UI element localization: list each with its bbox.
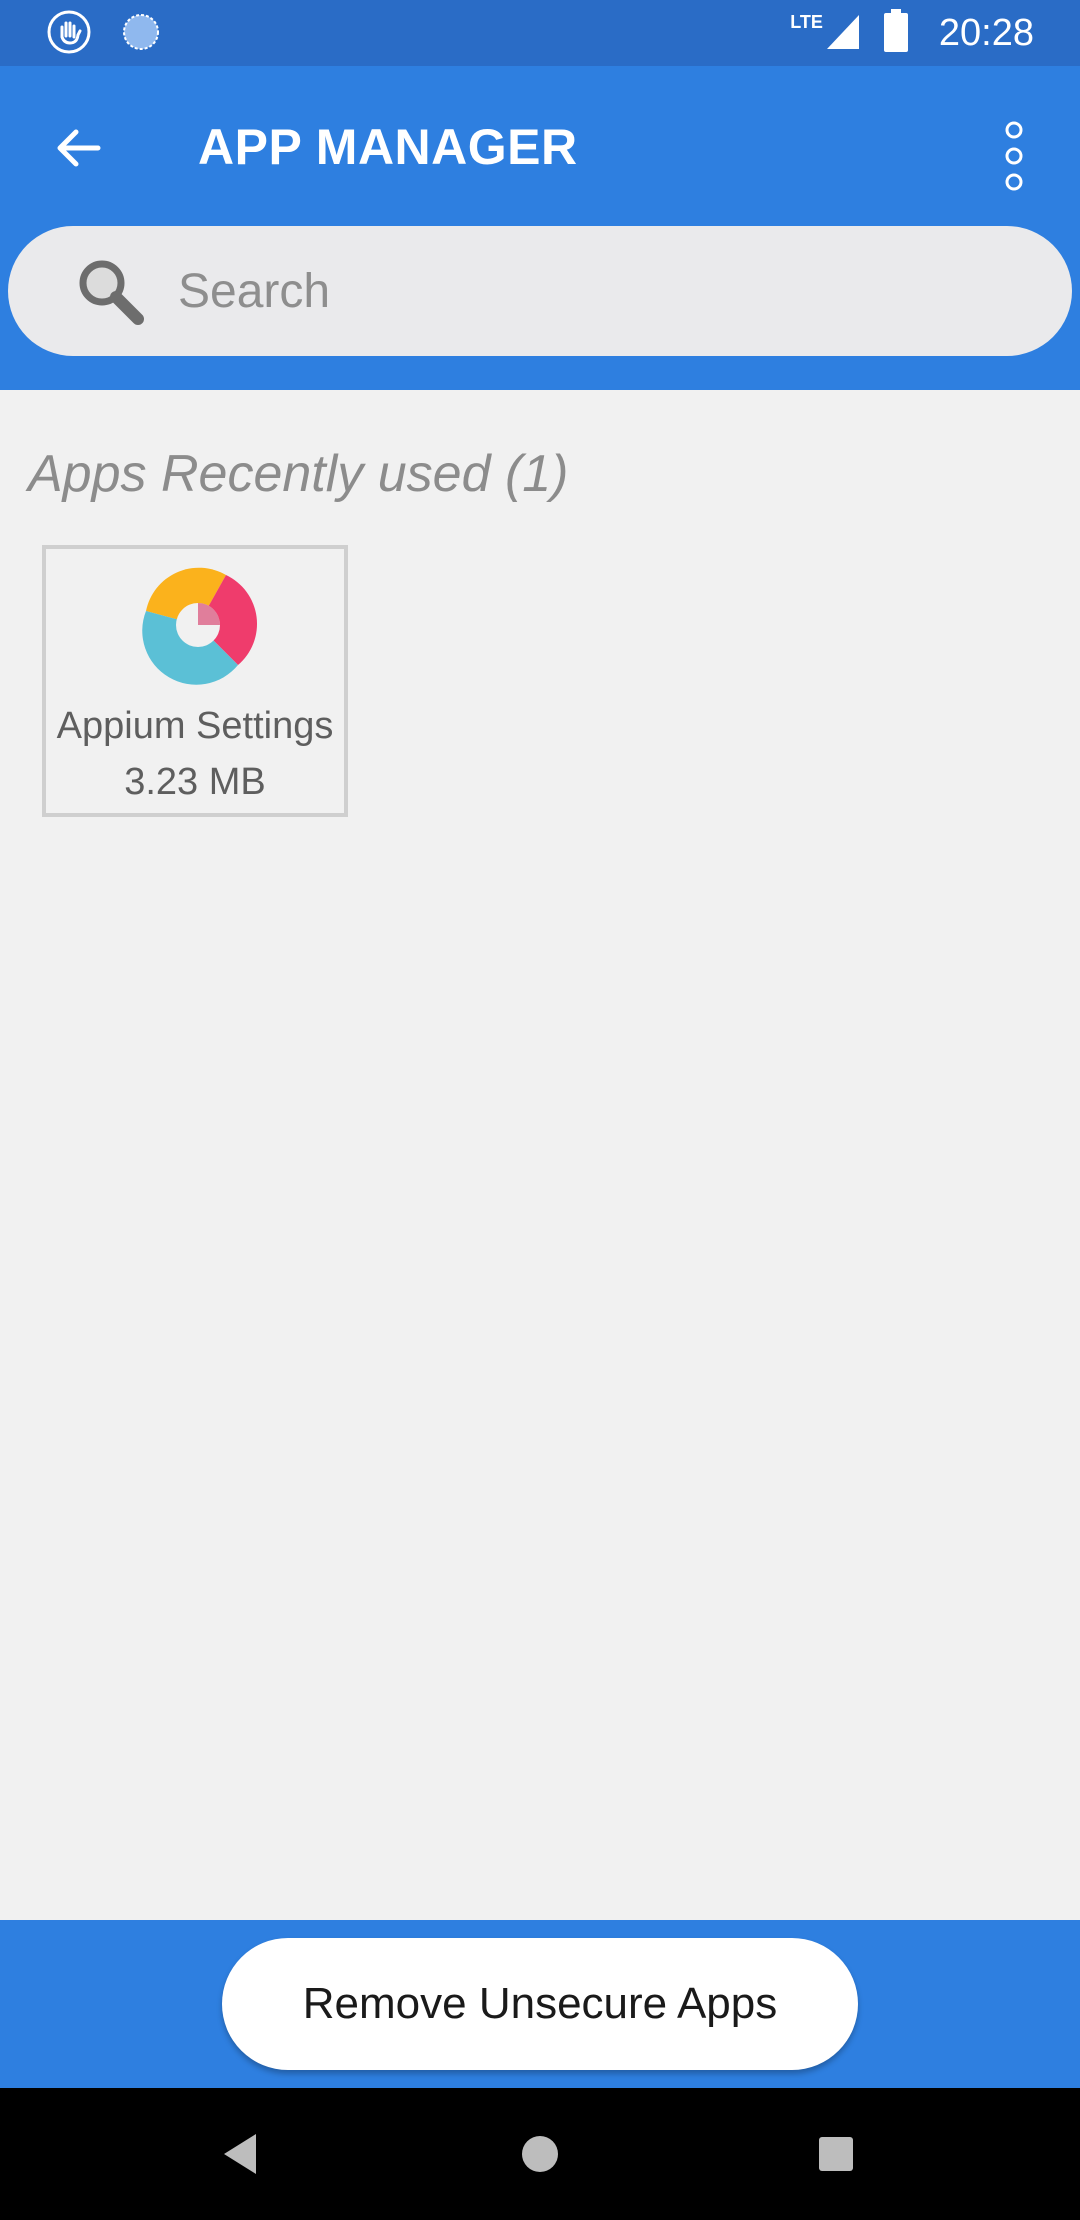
bottom-action-bar: Remove Unsecure Apps	[0, 1920, 1080, 2088]
nav-back-icon	[224, 2134, 256, 2174]
search-input[interactable]	[176, 262, 1000, 320]
battery-icon	[883, 8, 909, 58]
system-nav-bar	[0, 2088, 1080, 2220]
search-icon	[79, 260, 144, 325]
back-arrow-icon	[57, 129, 101, 167]
remove-unsecure-apps-button[interactable]: Remove Unsecure Apps	[222, 1938, 858, 2070]
search-bar[interactable]	[8, 226, 1072, 356]
recent-apps-heading: Apps Recently used (1)	[28, 445, 569, 503]
more-options-button[interactable]	[984, 106, 1044, 206]
sync-icon	[118, 9, 164, 55]
status-right-icons: LTE 20:28	[790, 8, 1034, 58]
clock: 20:28	[938, 11, 1034, 54]
app-bar: APP MANAGER	[0, 66, 1080, 390]
more-vertical-icon	[1005, 121, 1023, 191]
signal-icon	[825, 11, 861, 56]
nav-recents-icon	[819, 2137, 853, 2171]
hand-icon	[46, 9, 92, 55]
nav-back-button[interactable]	[208, 2122, 272, 2186]
back-button[interactable]	[40, 110, 116, 186]
appium-logo-icon	[142, 567, 258, 685]
status-left-icons	[46, 9, 164, 55]
status-bar: LTE 20:28	[0, 0, 1080, 66]
app-tile[interactable]: Appium Settings 3.23 MB	[42, 545, 348, 817]
nav-recents-button[interactable]	[804, 2122, 868, 2186]
app-size: 3.23 MB	[124, 761, 266, 803]
app-name: Appium Settings	[56, 705, 334, 747]
page-title: APP MANAGER	[198, 119, 578, 175]
nav-home-icon	[522, 2136, 558, 2172]
nav-home-button[interactable]	[508, 2122, 572, 2186]
network-type: LTE	[790, 12, 823, 32]
